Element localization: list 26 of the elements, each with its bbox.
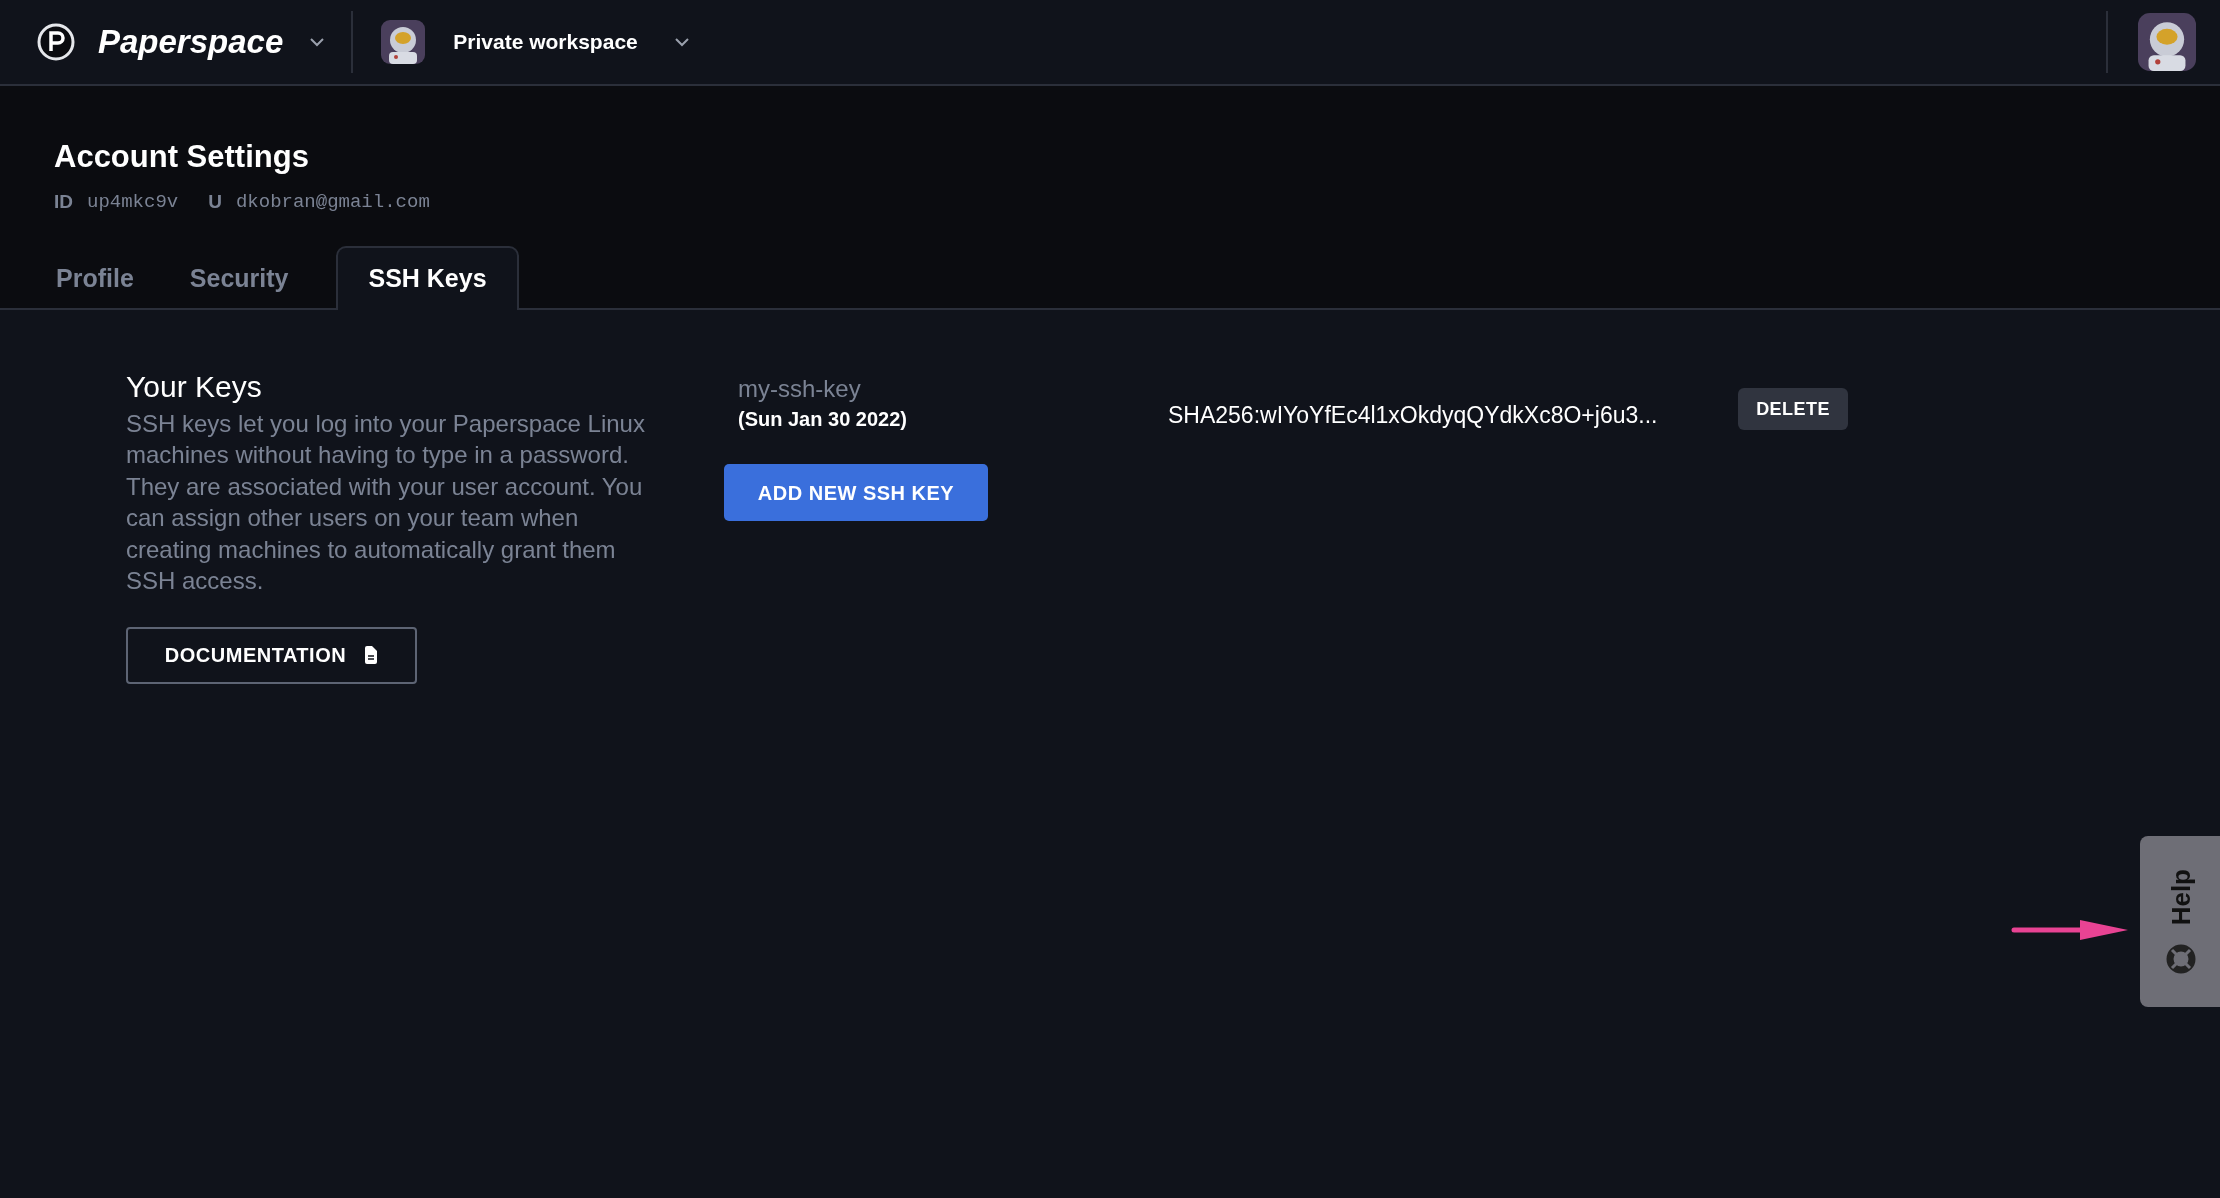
lifebuoy-icon <box>2166 943 2196 974</box>
tab[interactable]: Profile <box>0 248 162 310</box>
delete-button[interactable]: DELETE <box>1738 388 1848 430</box>
chevron-down-icon[interactable] <box>673 37 690 47</box>
section-title: Your Keys <box>126 369 262 405</box>
document-icon <box>364 646 379 664</box>
avatar-icon[interactable] <box>381 20 426 64</box>
user-avatar-icon[interactable] <box>2138 13 2196 71</box>
user-email: dkobran@gmail.com <box>235 190 430 215</box>
account-id: up4mkc9v <box>87 190 179 215</box>
brand-name: Paperspace <box>98 22 284 63</box>
chevron-down-icon[interactable] <box>309 37 326 47</box>
section-description: SSH keys let you log into your Paperspace Linux machines without having to type in a password. They are associated with your user account. You can assign other users on your team when creating machines to automatically grant them SSH access. <box>126 408 646 596</box>
tab[interactable]: Security <box>161 248 317 310</box>
id-label: ID <box>54 190 73 214</box>
documentation-button[interactable]: DOCUMENTATION <box>126 626 417 684</box>
key-fingerprint: SHA256:wIYoYfEc4l1xOkdyqQYdkXc8O+j6u3... <box>1168 401 1659 430</box>
key-date: (Sun Jan 30 2022) <box>738 407 907 432</box>
tab[interactable]: SSH Keys <box>336 246 519 310</box>
logo-icon[interactable] <box>36 22 76 62</box>
page-title: Account Settings <box>54 141 309 172</box>
help-tab[interactable]: Help <box>2140 836 2220 1007</box>
add-ssh-key-button[interactable]: ADD NEW SSH KEY <box>724 464 988 521</box>
key-name: my-ssh-key <box>738 374 861 404</box>
workspace-name[interactable]: Private workspace <box>453 26 638 58</box>
user-label: U <box>208 190 222 214</box>
